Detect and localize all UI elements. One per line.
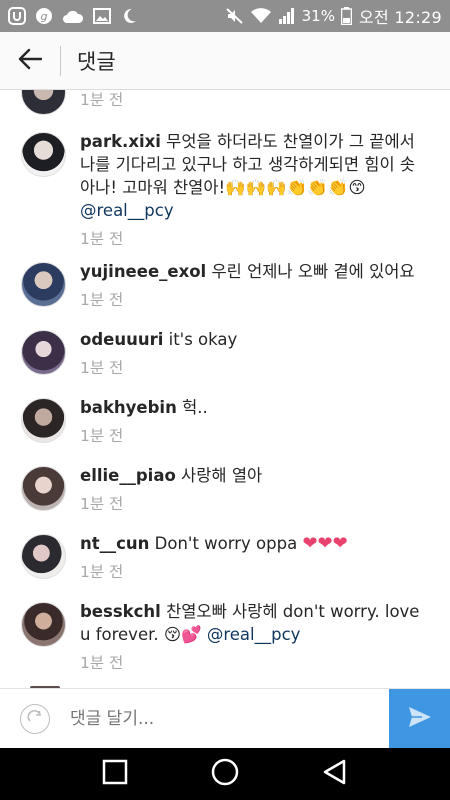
recents-button[interactable] [95, 754, 135, 794]
mention-link[interactable]: @real__pcy [207, 625, 301, 644]
camera-button[interactable] [20, 703, 50, 734]
circle-icon [211, 758, 239, 790]
comment-text: Don't worry oppa [154, 534, 298, 553]
comment-time: 1분 전 [80, 563, 124, 581]
list-item: 1분 전 [0, 90, 450, 122]
u-icon [8, 7, 26, 25]
username[interactable]: odeuuuri [80, 330, 163, 349]
triangle-back-icon [322, 758, 348, 790]
comment-text: 사랑해 열아 [181, 466, 263, 485]
username[interactable]: park.xixi [80, 132, 161, 151]
avatar[interactable] [21, 398, 66, 443]
avatar[interactable] [21, 90, 66, 115]
wifi-icon [250, 7, 272, 25]
username[interactable]: yujineee_exol [80, 262, 206, 281]
square-icon [102, 759, 128, 789]
signal-icon [278, 7, 296, 25]
avatar[interactable] [21, 602, 66, 647]
send-icon [408, 706, 432, 732]
battery-percent: 31% [301, 7, 335, 25]
comment-time: 1분 전 [80, 495, 124, 513]
cloud-icon [62, 7, 84, 25]
header-divider [60, 45, 61, 76]
header: 댓글 [0, 32, 450, 90]
comment-time: 1분 전 [80, 654, 124, 672]
username[interactable]: nt__cun [80, 534, 149, 553]
mention-link[interactable]: @real__pcy [80, 201, 174, 220]
comment-time: 1분 전 [80, 359, 124, 377]
comment-text: 우린 언제나 오빠 곁에 있어요 [211, 262, 415, 281]
image-icon [93, 7, 111, 25]
avatar[interactable] [21, 262, 66, 307]
back-nav-button[interactable] [315, 754, 355, 794]
comment-text: it's okay [168, 330, 238, 349]
avatar[interactable] [21, 132, 66, 177]
page-title: 댓글 [77, 49, 116, 74]
avatar[interactable] [21, 534, 66, 579]
home-button[interactable] [205, 754, 245, 794]
comment-time: 1분 전 [80, 230, 124, 248]
heart-emoji-icons: ❤❤❤ [302, 533, 348, 554]
camera-icon [27, 709, 43, 729]
back-button[interactable] [0, 32, 60, 90]
back-arrow-icon [18, 48, 43, 74]
status-bar: g 31% 오전 12:29 [0, 0, 450, 32]
username[interactable]: besskchl [80, 602, 161, 621]
comment-time: 1분 전 [80, 427, 124, 445]
username[interactable]: bakhyebin [80, 398, 177, 417]
comment-time: 1분 전 [80, 91, 124, 109]
comment-time: 1분 전 [80, 291, 124, 309]
username[interactable]: ellie__piao [80, 466, 176, 485]
comment-list[interactable]: 1분 전 park.xixi 무엇을 하더라도 찬열이가 그 끝에서 나를 기다… [0, 90, 450, 688]
comment-composer [0, 688, 450, 749]
system-nav-bar [0, 748, 450, 800]
clock: 오전 12:29 [358, 8, 442, 27]
comment-input[interactable] [70, 708, 360, 729]
notification-icons: g [8, 7, 138, 25]
avatar[interactable] [21, 466, 66, 511]
comment-text: 헉.. [182, 398, 208, 417]
g-icon: g [35, 7, 53, 25]
moon-icon [120, 7, 138, 25]
send-button[interactable] [389, 689, 450, 749]
mute-icon [225, 7, 244, 25]
svg-text:g: g [41, 10, 48, 23]
battery-icon [341, 7, 353, 25]
avatar[interactable] [21, 330, 66, 375]
